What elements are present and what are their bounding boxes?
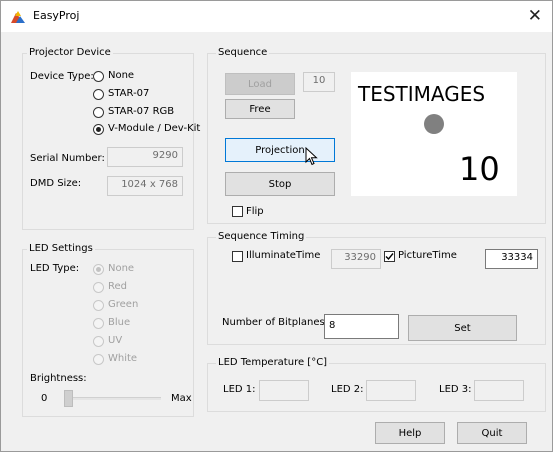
free-button[interactable]: Free (225, 99, 295, 119)
radio-led-red-label: Red (108, 281, 127, 292)
radio-device-vmodule-label: V-Module / Dev-Kit (108, 123, 201, 134)
picture-time-checkbox[interactable] (384, 251, 395, 262)
brightness-max-label: Max (171, 393, 192, 404)
mouse-cursor-icon (305, 147, 318, 166)
radio-led-none-label: None (108, 263, 135, 274)
radio-device-star07-rgb[interactable] (93, 107, 104, 118)
close-icon[interactable]: ✕ (528, 6, 542, 26)
picture-time-label: PictureTime (398, 250, 457, 261)
help-button[interactable]: Help (375, 422, 445, 444)
radio-device-star07-rgb-label: STAR-07 RGB (108, 106, 175, 117)
radio-led-uv-label: UV (108, 335, 123, 346)
illuminate-time-checkbox[interactable] (232, 251, 243, 262)
serial-number-field: 9290 (107, 147, 183, 167)
led2-label: LED 2: (331, 384, 364, 395)
projection-button[interactable]: Projection (225, 138, 335, 162)
dmd-size-field: 1024 x 768 (107, 176, 183, 196)
led-settings-title: LED Settings (27, 243, 95, 254)
radio-led-green-label: Green (108, 299, 139, 310)
radio-led-none[interactable] (93, 264, 104, 275)
picture-time-input[interactable]: 33334 (485, 249, 538, 269)
quit-button[interactable]: Quit (457, 422, 527, 444)
radio-led-white[interactable] (93, 354, 104, 365)
projector-device-title: Projector Device (27, 47, 113, 58)
led3-label: LED 3: (439, 384, 472, 395)
preview-dot (424, 114, 444, 134)
radio-led-red[interactable] (93, 282, 104, 293)
radio-led-blue-label: Blue (108, 317, 131, 328)
radio-led-white-label: White (108, 353, 138, 364)
flip-label: Flip (246, 206, 264, 217)
app-icon (11, 11, 25, 23)
led-temperature-title: LED Temperature [°C] (216, 357, 330, 368)
sequence-title: Sequence (216, 47, 270, 58)
led2-temp-field (366, 380, 416, 401)
radio-device-none[interactable] (93, 71, 104, 82)
led-settings-group (22, 249, 194, 417)
main-window: EasyProj ✕ Projector Device Device Type:… (0, 0, 553, 452)
serial-number-label: Serial Number: (30, 153, 105, 164)
flip-checkbox[interactable] (232, 206, 243, 217)
brightness-slider-track (69, 397, 161, 400)
dmd-size-label: DMD Size: (30, 178, 82, 189)
led1-temp-field (259, 380, 309, 401)
brightness-label: Brightness: (30, 373, 87, 384)
radio-device-star07-label: STAR-07 (108, 88, 150, 99)
illuminate-time-field: 33290 (331, 249, 381, 269)
preview-number: 10 (459, 150, 500, 188)
device-type-label: Device Type: (30, 71, 94, 82)
radio-led-uv[interactable] (93, 336, 104, 347)
radio-selected-dot (96, 267, 101, 272)
preview-image: TESTIMAGES 10 (351, 72, 517, 196)
sequence-timing-title: Sequence Timing (216, 231, 307, 242)
title-bar: EasyProj ✕ (1, 1, 552, 32)
radio-led-green[interactable] (93, 300, 104, 311)
window-title: EasyProj (33, 9, 80, 22)
led3-temp-field (474, 380, 524, 401)
brightness-slider-thumb[interactable] (64, 390, 73, 407)
radio-device-none-label: None (108, 70, 135, 81)
radio-selected-dot (96, 127, 101, 132)
set-bitplanes-button[interactable]: Set (408, 315, 517, 341)
bitplanes-input[interactable]: 8 (324, 314, 399, 339)
radio-led-blue[interactable] (93, 318, 104, 329)
bitplanes-label: Number of Bitplanes: (222, 317, 329, 328)
radio-device-vmodule[interactable] (93, 124, 104, 135)
load-count-field: 10 (303, 72, 335, 92)
led-type-label: LED Type: (30, 263, 80, 274)
radio-device-star07[interactable] (93, 89, 104, 100)
led1-label: LED 1: (223, 384, 256, 395)
brightness-min-label: 0 (41, 393, 48, 404)
load-button[interactable]: Load (225, 73, 295, 95)
preview-title: TESTIMAGES (358, 82, 486, 106)
illuminate-time-label: IlluminateTime (246, 250, 321, 261)
stop-button[interactable]: Stop (225, 172, 335, 196)
checkmark-icon (385, 253, 394, 261)
